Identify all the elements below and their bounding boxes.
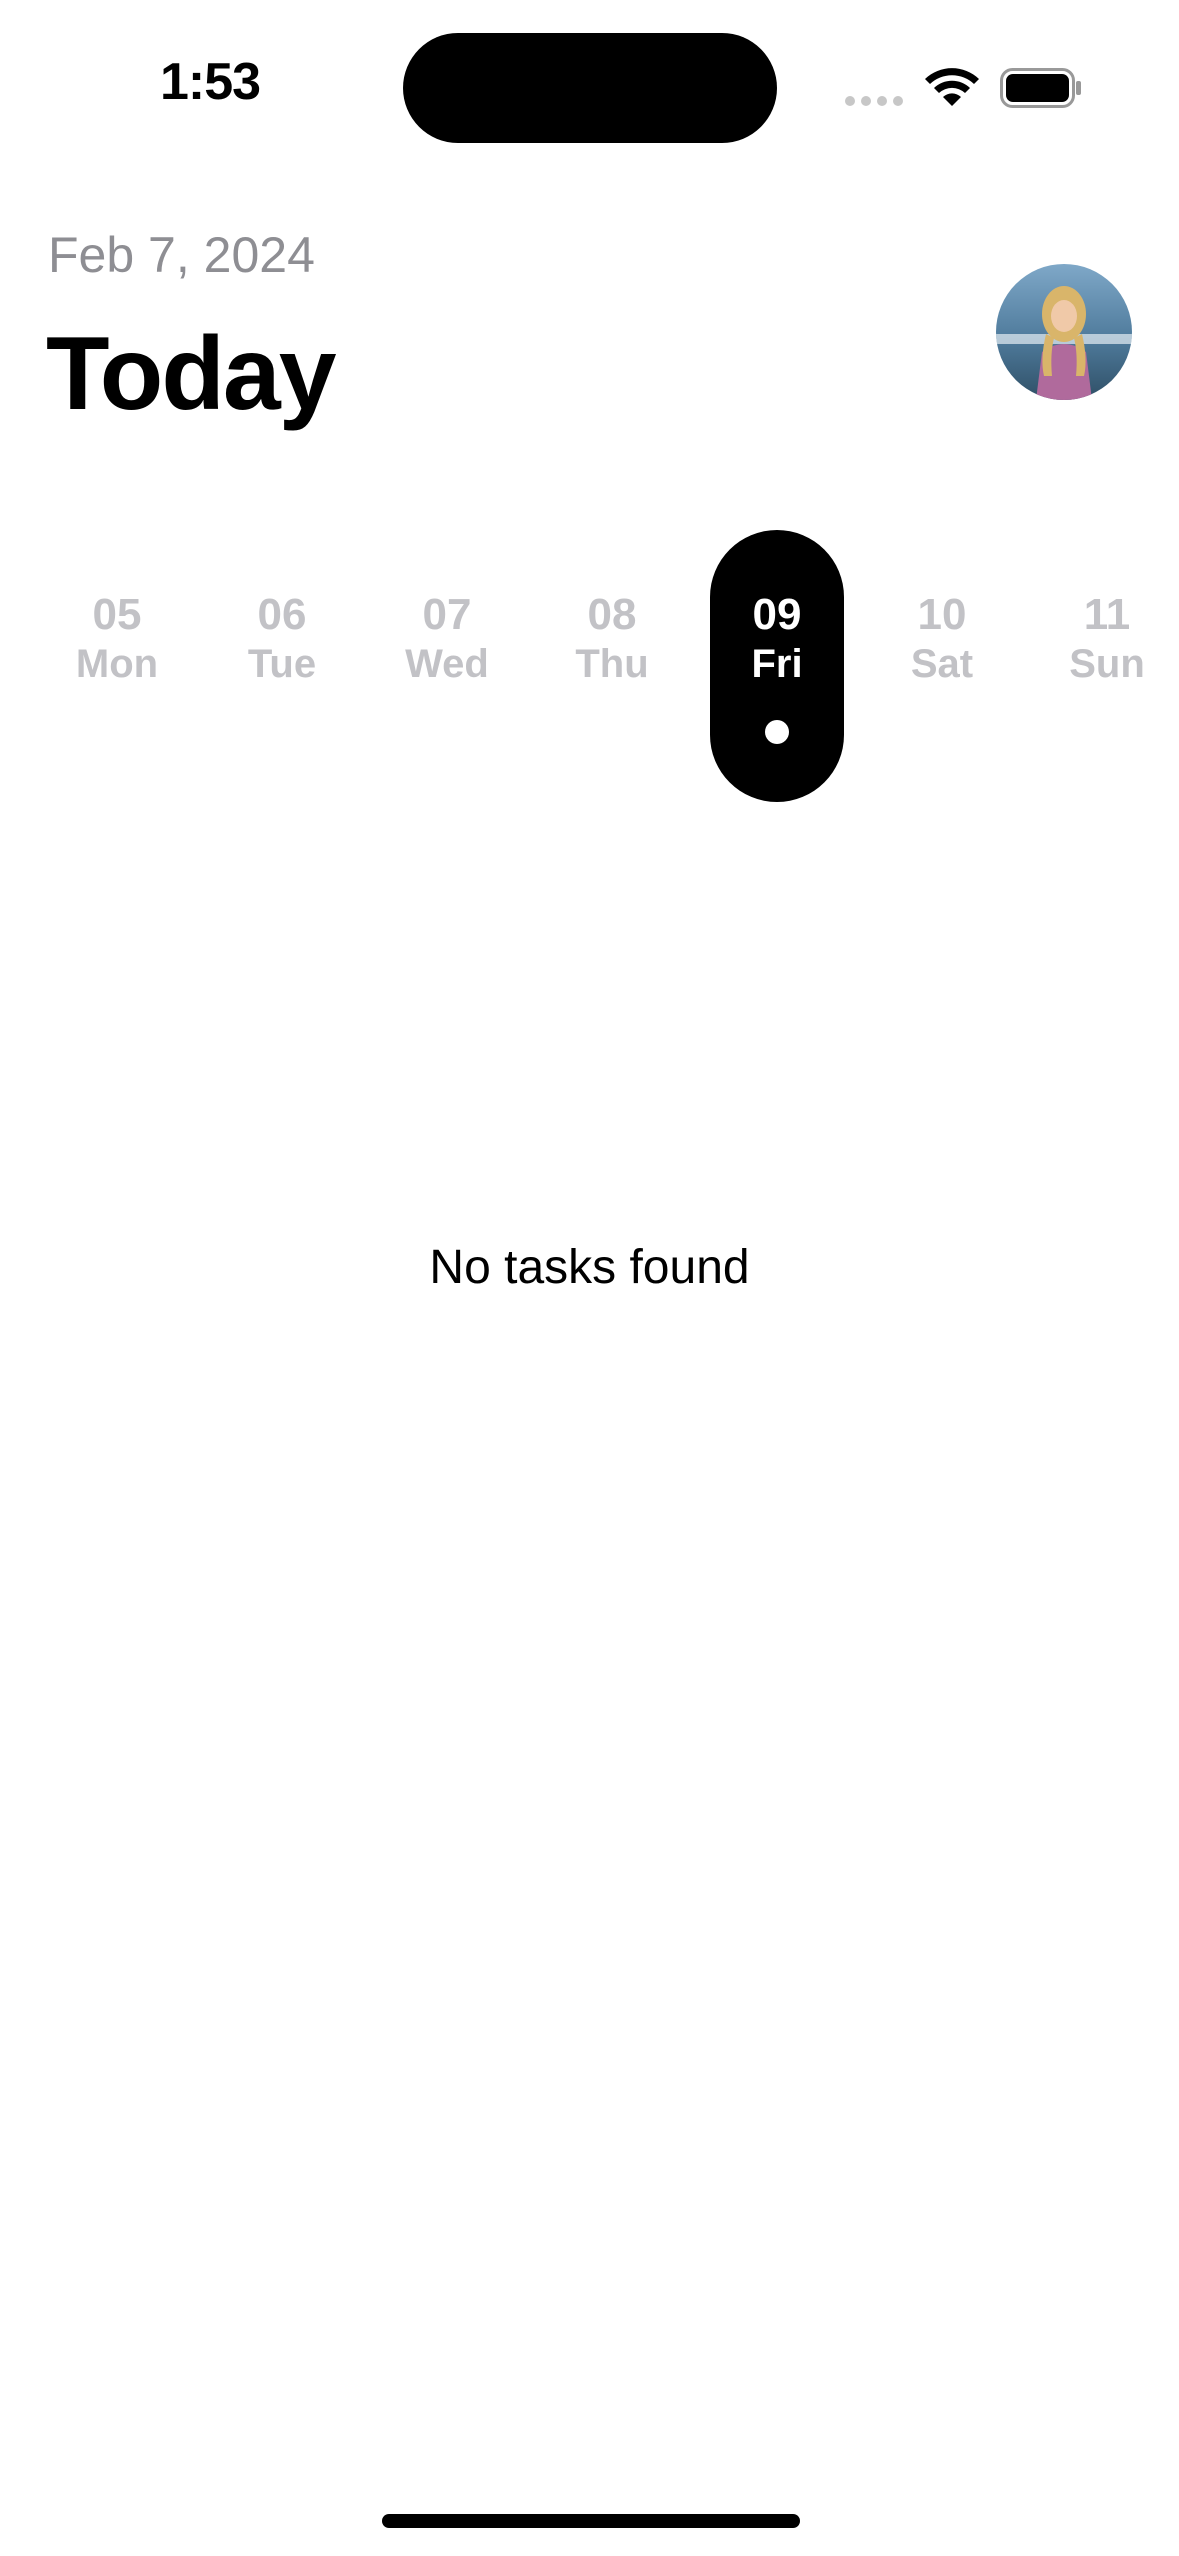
day-weekday: Thu: [575, 642, 649, 686]
day-weekday: Tue: [247, 642, 317, 686]
day-number: 06: [257, 590, 307, 639]
day-weekday: Sat: [910, 642, 974, 686]
profile-avatar[interactable]: [996, 264, 1132, 400]
day-07-wed[interactable]: 07 Wed: [380, 530, 514, 802]
week-day-selector: 05 Mon 06 Tue 07 Wed 08 Thu 09 Fri 10 Sa…: [0, 530, 1179, 802]
day-number: 08: [587, 590, 637, 639]
empty-tasks-message: No tasks found: [429, 1241, 750, 1294]
day-09-fri-selected[interactable]: 09 Fri: [710, 530, 844, 802]
today-indicator-dot: [765, 720, 789, 744]
current-date: Feb 7, 2024: [48, 227, 315, 283]
day-weekday: Wed: [405, 642, 489, 686]
status-time: 1:53: [160, 53, 261, 111]
day-08-thu[interactable]: 08 Thu: [545, 530, 679, 802]
day-number: 07: [422, 590, 472, 639]
day-weekday: Mon: [75, 642, 159, 686]
day-number: 11: [1083, 590, 1131, 639]
day-11-sun[interactable]: 11 Sun: [1040, 530, 1174, 802]
day-number: 10: [917, 590, 967, 639]
day-06-tue[interactable]: 06 Tue: [215, 530, 349, 802]
page-title: Today: [46, 316, 337, 432]
day-weekday: Fri: [751, 642, 803, 686]
cellular-signal-icon: [845, 96, 905, 106]
day-number: 09: [752, 590, 802, 639]
day-10-sat[interactable]: 10 Sat: [875, 530, 1009, 802]
battery-icon: [1000, 68, 1081, 108]
home-indicator[interactable]: [382, 2514, 800, 2528]
dynamic-island: [403, 33, 777, 143]
day-weekday: Sun: [1069, 642, 1145, 686]
day-05-mon[interactable]: 05 Mon: [50, 530, 184, 802]
day-number: 05: [92, 590, 142, 639]
wifi-icon: [925, 68, 979, 106]
